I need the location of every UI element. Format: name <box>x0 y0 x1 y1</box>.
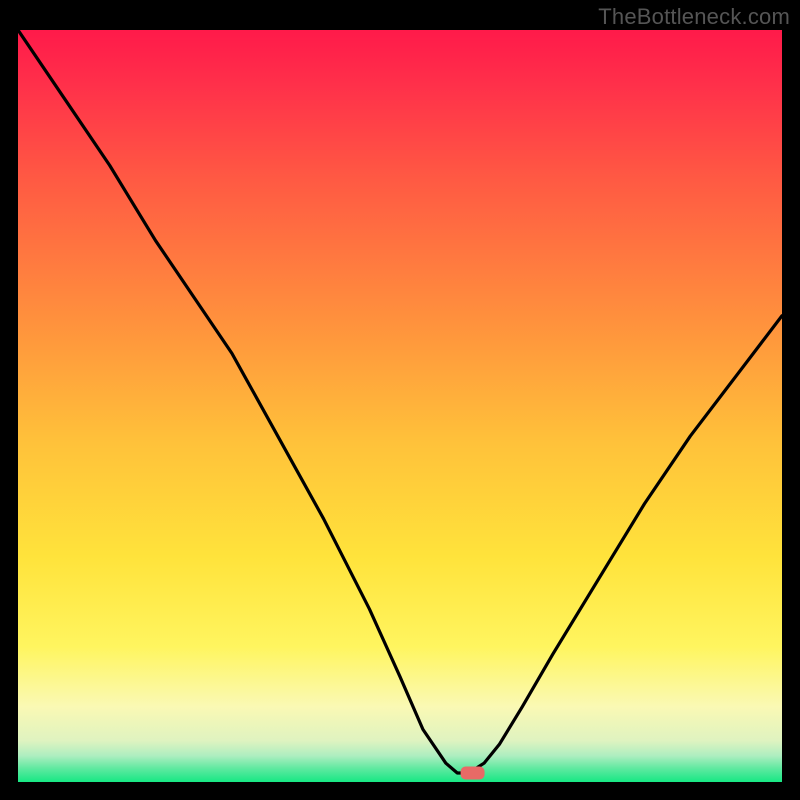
attribution-label: TheBottleneck.com <box>598 4 790 30</box>
chart-svg <box>18 30 782 782</box>
chart-container: TheBottleneck.com <box>0 0 800 800</box>
plot-area <box>18 30 782 782</box>
optimal-marker <box>461 766 485 779</box>
gradient-background <box>18 30 782 782</box>
